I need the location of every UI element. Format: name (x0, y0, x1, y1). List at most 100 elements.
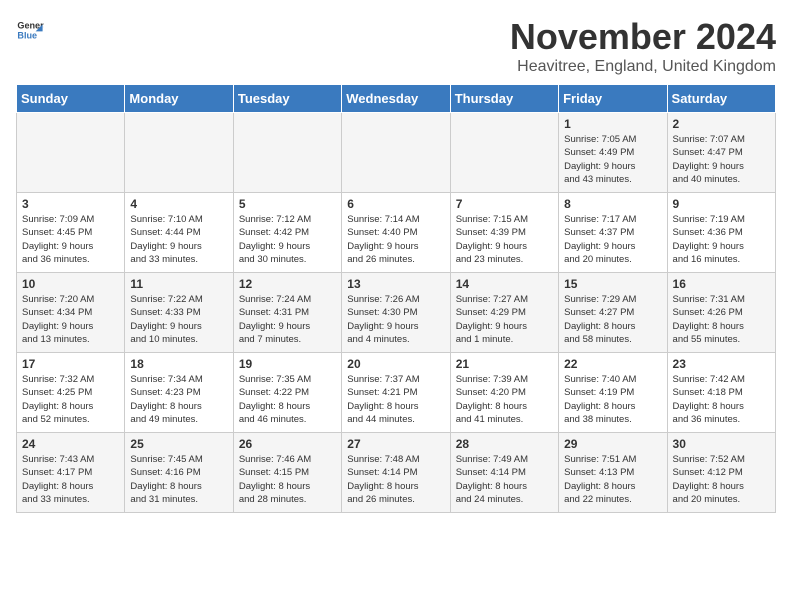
calendar-week-row: 1 Sunrise: 7:05 AM Sunset: 4:49 PM Daylig… (17, 113, 776, 193)
day-info: Sunrise: 7:49 AM Sunset: 4:14 PM Dayligh… (456, 453, 553, 506)
day-number: 6 (347, 197, 444, 211)
day-info: Sunrise: 7:17 AM Sunset: 4:37 PM Dayligh… (564, 213, 661, 266)
location-title: Heavitree, England, United Kingdom (510, 58, 776, 76)
calendar-cell: 27Sunrise: 7:48 AM Sunset: 4:14 PM Dayli… (342, 433, 450, 513)
day-number: 13 (347, 277, 444, 291)
calendar-cell: 1 Sunrise: 7:05 AM Sunset: 4:49 PM Daylig… (559, 113, 667, 193)
calendar-cell: 16 Sunrise: 7:31 AM Sunset: 4:26 PM Dayli… (667, 273, 775, 353)
day-number: 23 (673, 357, 770, 371)
calendar-week-row: 24 Sunrise: 7:43 AM Sunset: 4:17 PM Dayli… (17, 433, 776, 513)
header-day: Tuesday (233, 85, 341, 113)
calendar-cell: 15 Sunrise: 7:29 AM Sunset: 4:27 PM Dayli… (559, 273, 667, 353)
calendar-table: SundayMondayTuesdayWednesdayThursdayFrid… (16, 84, 776, 513)
calendar-cell: 8 Sunrise: 7:17 AM Sunset: 4:37 PM Daylig… (559, 193, 667, 273)
calendar-header: SundayMondayTuesdayWednesdayThursdayFrid… (17, 85, 776, 113)
header-row: SundayMondayTuesdayWednesdayThursdayFrid… (17, 85, 776, 113)
day-number: 22 (564, 357, 661, 371)
day-info: Sunrise: 7:42 AM Sunset: 4:18 PM Dayligh… (673, 373, 770, 426)
calendar-cell: 22 Sunrise: 7:40 AM Sunset: 4:19 PM Dayli… (559, 353, 667, 433)
calendar-cell (17, 113, 125, 193)
day-number: 8 (564, 197, 661, 211)
day-number: 4 (130, 197, 227, 211)
day-info: Sunrise: 7:32 AM Sunset: 4:25 PM Dayligh… (22, 373, 119, 426)
day-info: Sunrise: 7:51 AM Sunset: 4:13 PM Dayligh… (564, 453, 661, 506)
day-number: 19 (239, 357, 336, 371)
day-info: Sunrise: 7:09 AM Sunset: 4:45 PM Dayligh… (22, 213, 119, 266)
day-number: 1 (564, 117, 661, 131)
calendar-cell (125, 113, 233, 193)
day-info: Sunrise: 7:19 AM Sunset: 4:36 PM Dayligh… (673, 213, 770, 266)
logo: General Blue (16, 16, 44, 44)
day-info: Sunrise: 7:14 AM Sunset: 4:40 PM Dayligh… (347, 213, 444, 266)
calendar-cell: 4 Sunrise: 7:10 AM Sunset: 4:44 PM Daylig… (125, 193, 233, 273)
day-number: 5 (239, 197, 336, 211)
day-info: Sunrise: 7:10 AM Sunset: 4:44 PM Dayligh… (130, 213, 227, 266)
day-info: Sunrise: 7:26 AM Sunset: 4:30 PM Dayligh… (347, 293, 444, 346)
calendar-cell: 7 Sunrise: 7:15 AM Sunset: 4:39 PM Daylig… (450, 193, 558, 273)
title-area: November 2024 Heavitree, England, United… (510, 16, 776, 76)
day-info: Sunrise: 7:07 AM Sunset: 4:47 PM Dayligh… (673, 133, 770, 186)
day-number: 10 (22, 277, 119, 291)
day-info: Sunrise: 7:40 AM Sunset: 4:19 PM Dayligh… (564, 373, 661, 426)
calendar-cell: 21Sunrise: 7:39 AM Sunset: 4:20 PM Dayli… (450, 353, 558, 433)
day-number: 27 (347, 437, 444, 451)
day-number: 2 (673, 117, 770, 131)
calendar-body: 1 Sunrise: 7:05 AM Sunset: 4:49 PM Daylig… (17, 113, 776, 513)
calendar-cell: 26 Sunrise: 7:46 AM Sunset: 4:15 PM Dayli… (233, 433, 341, 513)
svg-text:Blue: Blue (17, 30, 37, 40)
day-info: Sunrise: 7:52 AM Sunset: 4:12 PM Dayligh… (673, 453, 770, 506)
calendar-cell: 28 Sunrise: 7:49 AM Sunset: 4:14 PM Dayli… (450, 433, 558, 513)
day-info: Sunrise: 7:27 AM Sunset: 4:29 PM Dayligh… (456, 293, 553, 346)
day-info: Sunrise: 7:43 AM Sunset: 4:17 PM Dayligh… (22, 453, 119, 506)
day-number: 18 (130, 357, 227, 371)
day-info: Sunrise: 7:34 AM Sunset: 4:23 PM Dayligh… (130, 373, 227, 426)
day-info: Sunrise: 7:22 AM Sunset: 4:33 PM Dayligh… (130, 293, 227, 346)
day-number: 9 (673, 197, 770, 211)
calendar-week-row: 10 Sunrise: 7:20 AM Sunset: 4:34 PM Dayli… (17, 273, 776, 353)
day-info: Sunrise: 7:29 AM Sunset: 4:27 PM Dayligh… (564, 293, 661, 346)
calendar-cell: 3 Sunrise: 7:09 AM Sunset: 4:45 PM Daylig… (17, 193, 125, 273)
day-number: 17 (22, 357, 119, 371)
calendar-week-row: 17 Sunrise: 7:32 AM Sunset: 4:25 PM Dayli… (17, 353, 776, 433)
day-number: 28 (456, 437, 553, 451)
calendar-cell: 23 Sunrise: 7:42 AM Sunset: 4:18 PM Dayli… (667, 353, 775, 433)
header-day: Thursday (450, 85, 558, 113)
calendar-cell: 24 Sunrise: 7:43 AM Sunset: 4:17 PM Dayli… (17, 433, 125, 513)
day-number: 15 (564, 277, 661, 291)
calendar-cell: 9 Sunrise: 7:19 AM Sunset: 4:36 PM Daylig… (667, 193, 775, 273)
day-info: Sunrise: 7:05 AM Sunset: 4:49 PM Dayligh… (564, 133, 661, 186)
day-info: Sunrise: 7:24 AM Sunset: 4:31 PM Dayligh… (239, 293, 336, 346)
day-number: 14 (456, 277, 553, 291)
day-number: 3 (22, 197, 119, 211)
day-number: 29 (564, 437, 661, 451)
calendar-cell: 29 Sunrise: 7:51 AM Sunset: 4:13 PM Dayli… (559, 433, 667, 513)
calendar-cell: 6 Sunrise: 7:14 AM Sunset: 4:40 PM Daylig… (342, 193, 450, 273)
calendar-cell: 19 Sunrise: 7:35 AM Sunset: 4:22 PM Dayli… (233, 353, 341, 433)
day-info: Sunrise: 7:35 AM Sunset: 4:22 PM Dayligh… (239, 373, 336, 426)
header-day: Monday (125, 85, 233, 113)
day-info: Sunrise: 7:15 AM Sunset: 4:39 PM Dayligh… (456, 213, 553, 266)
day-info: Sunrise: 7:39 AM Sunset: 4:20 PM Dayligh… (456, 373, 553, 426)
day-info: Sunrise: 7:31 AM Sunset: 4:26 PM Dayligh… (673, 293, 770, 346)
header-day: Friday (559, 85, 667, 113)
day-number: 25 (130, 437, 227, 451)
day-info: Sunrise: 7:20 AM Sunset: 4:34 PM Dayligh… (22, 293, 119, 346)
day-number: 26 (239, 437, 336, 451)
day-info: Sunrise: 7:46 AM Sunset: 4:15 PM Dayligh… (239, 453, 336, 506)
day-number: 24 (22, 437, 119, 451)
day-number: 7 (456, 197, 553, 211)
day-number: 12 (239, 277, 336, 291)
day-info: Sunrise: 7:37 AM Sunset: 4:21 PM Dayligh… (347, 373, 444, 426)
calendar-cell: 17 Sunrise: 7:32 AM Sunset: 4:25 PM Dayli… (17, 353, 125, 433)
day-number: 16 (673, 277, 770, 291)
calendar-cell (233, 113, 341, 193)
calendar-cell: 2 Sunrise: 7:07 AM Sunset: 4:47 PM Daylig… (667, 113, 775, 193)
calendar-cell: 13 Sunrise: 7:26 AM Sunset: 4:30 PM Dayli… (342, 273, 450, 353)
day-info: Sunrise: 7:45 AM Sunset: 4:16 PM Dayligh… (130, 453, 227, 506)
calendar-cell: 10 Sunrise: 7:20 AM Sunset: 4:34 PM Dayli… (17, 273, 125, 353)
calendar-cell (450, 113, 558, 193)
calendar-week-row: 3 Sunrise: 7:09 AM Sunset: 4:45 PM Daylig… (17, 193, 776, 273)
calendar-cell: 25 Sunrise: 7:45 AM Sunset: 4:16 PM Dayli… (125, 433, 233, 513)
calendar-cell: 20Sunrise: 7:37 AM Sunset: 4:21 PM Dayli… (342, 353, 450, 433)
header-day: Wednesday (342, 85, 450, 113)
